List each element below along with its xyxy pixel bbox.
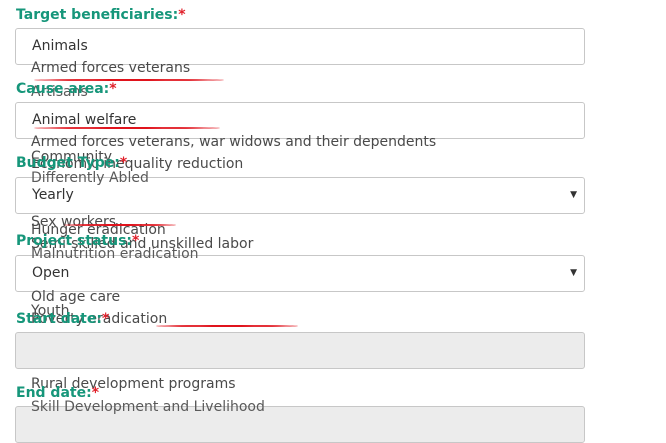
list-item: Armed forces veterans xyxy=(31,60,191,76)
list-item: Differently Abled xyxy=(31,170,149,186)
chevron-down-icon: ▼ xyxy=(570,268,577,278)
cause-area-value: Animal welfare xyxy=(32,112,137,128)
start-date-input[interactable] xyxy=(15,332,585,369)
project-status-value: Open xyxy=(32,265,70,281)
required-marker: * xyxy=(91,385,100,401)
required-marker: * xyxy=(109,81,117,97)
annotation-underline xyxy=(156,325,298,327)
required-marker: * xyxy=(101,311,110,327)
start-date-label: Start date:* xyxy=(16,311,110,327)
end-date-label: End date:* xyxy=(16,385,100,401)
cause-area-label: Cause area:* xyxy=(16,81,117,97)
required-marker: * xyxy=(119,155,128,171)
annotation-underline xyxy=(34,79,224,81)
required-marker: * xyxy=(132,233,140,249)
budget-type-value: Yearly xyxy=(32,187,74,203)
target-beneficiaries-label: Target beneficiaries:* xyxy=(16,7,186,23)
budget-type-label: Budget Type:* xyxy=(16,155,128,171)
list-item: Skill Development and Livelihood xyxy=(31,399,265,415)
annotation-underline xyxy=(34,127,220,129)
annotation-underline xyxy=(64,224,176,226)
project-status-label: Project status:* xyxy=(16,233,140,249)
chevron-down-icon: ▼ xyxy=(570,190,577,200)
required-marker: * xyxy=(178,7,186,23)
target-beneficiaries-value: Animals xyxy=(32,38,88,54)
list-item: Armed forces veterans, war widows and th… xyxy=(31,134,437,150)
